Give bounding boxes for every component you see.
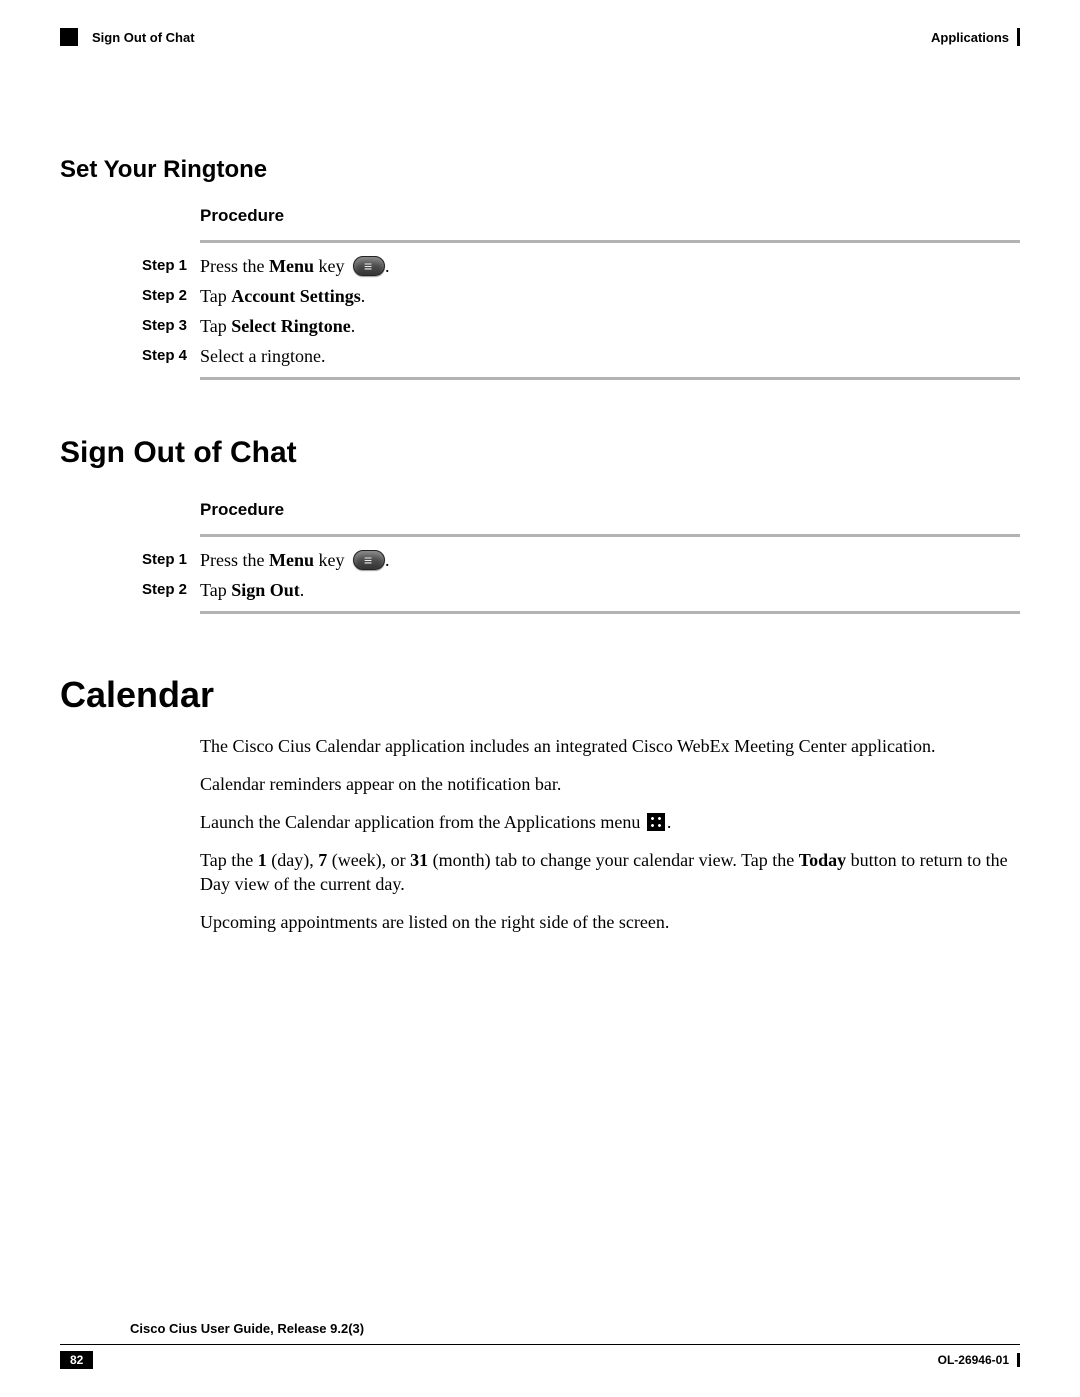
- step-body: Press the Menu key .: [200, 549, 390, 571]
- step-label: Step 3: [142, 315, 200, 337]
- header-right-text: Applications: [931, 30, 1009, 45]
- step-body: Tap Select Ringtone.: [200, 315, 355, 337]
- menu-key-icon: [353, 550, 385, 570]
- page-number: 82: [60, 1351, 93, 1369]
- divider: [200, 611, 1020, 614]
- step-label: Step 1: [142, 549, 200, 571]
- header-left-text: Sign Out of Chat: [92, 30, 195, 45]
- procedure-heading: Procedure: [200, 500, 1020, 520]
- step-label: Step 2: [142, 285, 200, 307]
- step-row: Step 2 Tap Account Settings.: [142, 285, 1020, 307]
- step-row: Step 2 Tap Sign Out.: [142, 579, 1020, 601]
- step-body: Press the Menu key .: [200, 255, 390, 277]
- step-row: Step 1 Press the Menu key .: [142, 549, 1020, 571]
- footer-rule-vert: [1017, 1353, 1020, 1367]
- paragraph: The Cisco Cius Calendar application incl…: [200, 734, 1020, 758]
- apps-menu-icon: [647, 813, 665, 831]
- footer-doc-title: Cisco Cius User Guide, Release 9.2(3): [130, 1321, 1020, 1336]
- step-label: Step 4: [142, 345, 200, 367]
- paragraph: Tap the 1 (day), 7 (week), or 31 (month)…: [200, 848, 1020, 896]
- paragraph: Upcoming appointments are listed on the …: [200, 910, 1020, 934]
- step-body: Select a ringtone.: [200, 345, 325, 367]
- section-title-ringtone: Set Your Ringtone: [60, 156, 1020, 184]
- section-title-calendar: Calendar: [60, 674, 1020, 716]
- divider: [200, 240, 1020, 243]
- step-body: Tap Sign Out.: [200, 579, 304, 601]
- chapter-marker: [60, 28, 78, 46]
- step-row: Step 1 Press the Menu key .: [142, 255, 1020, 277]
- menu-key-icon: [353, 256, 385, 276]
- step-row: Step 3 Tap Select Ringtone.: [142, 315, 1020, 337]
- step-label: Step 1: [142, 255, 200, 277]
- paragraph: Launch the Calendar application from the…: [200, 810, 1020, 834]
- procedure-heading: Procedure: [200, 206, 1020, 226]
- divider: [200, 534, 1020, 537]
- page-footer: Cisco Cius User Guide, Release 9.2(3) 82…: [60, 1321, 1020, 1369]
- divider: [200, 377, 1020, 380]
- footer-rule: [60, 1344, 1020, 1345]
- page-header: Sign Out of Chat Applications: [60, 28, 1020, 46]
- step-label: Step 2: [142, 579, 200, 601]
- section-title-signout: Sign Out of Chat: [60, 436, 1020, 470]
- footer-doc-id: OL-26946-01: [938, 1353, 1009, 1367]
- step-body: Tap Account Settings.: [200, 285, 365, 307]
- step-row: Step 4 Select a ringtone.: [142, 345, 1020, 367]
- header-rule: [1017, 28, 1020, 46]
- paragraph: Calendar reminders appear on the notific…: [200, 772, 1020, 796]
